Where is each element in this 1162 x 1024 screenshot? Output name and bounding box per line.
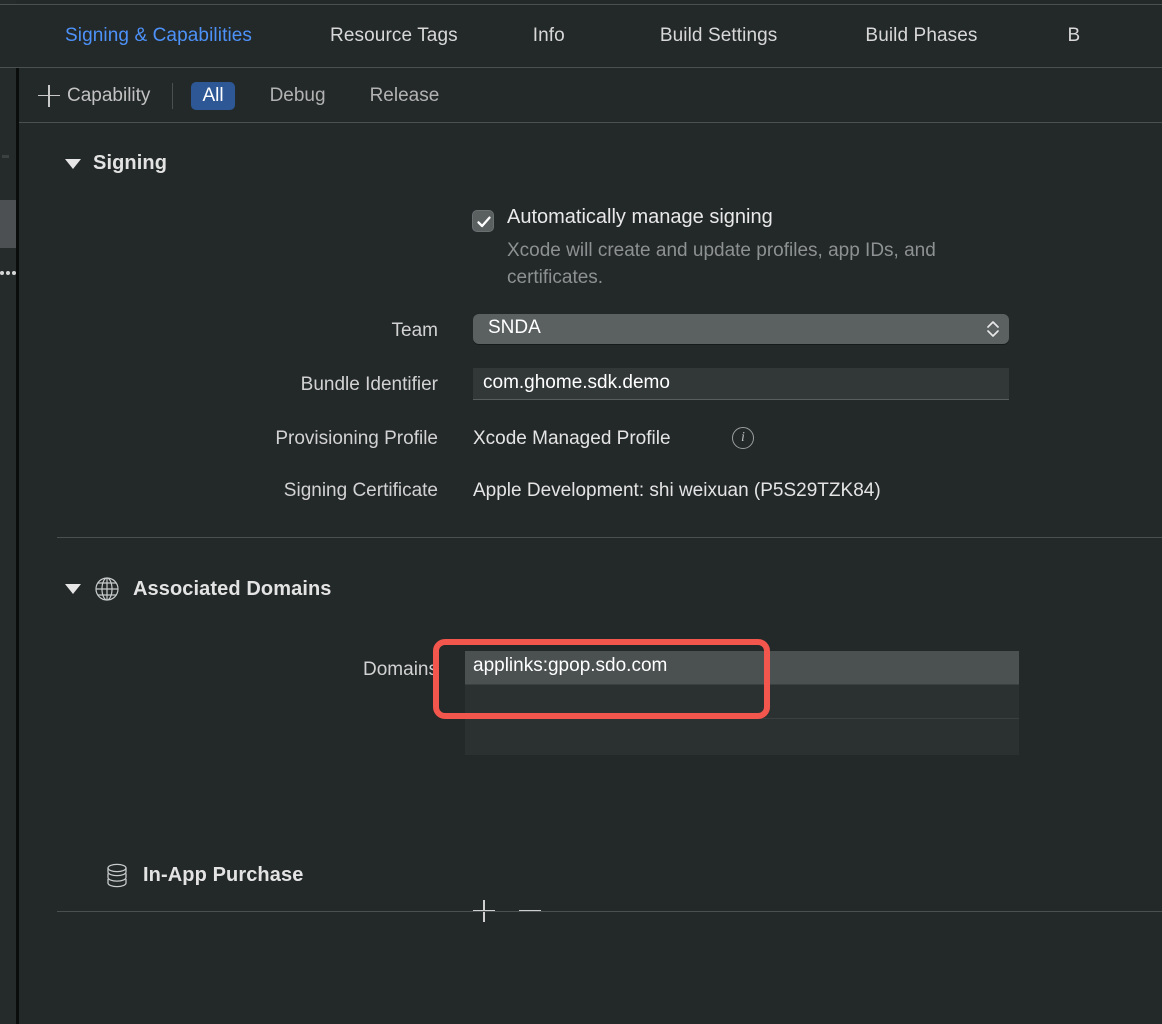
capability-toolbar: Capability All Debug Release [19, 69, 1162, 123]
table-row[interactable] [465, 719, 1019, 753]
section-divider-signing [57, 537, 1162, 538]
in-app-purchase-section-title: In-App Purchase [143, 863, 304, 886]
toolbar-separator [172, 82, 174, 109]
tab-build-rules[interactable]: B [1068, 25, 1081, 47]
navigator-row-marker [2, 155, 9, 158]
add-capability-label: Capability [67, 84, 151, 106]
plus-icon [38, 84, 60, 107]
info-circle-icon[interactable]: i [732, 427, 754, 449]
domains-table[interactable]: applinks:gpop.sdo.com [465, 651, 1019, 755]
signing-section-header[interactable]: Signing [65, 152, 167, 175]
chevron-up-down-icon [987, 321, 999, 337]
filter-debug[interactable]: Debug [259, 82, 337, 110]
globe-icon [95, 577, 119, 601]
coins-stack-icon [107, 863, 127, 888]
signing-certificate-value: Apple Development: shi weixuan (P5S29TZK… [473, 480, 881, 501]
signing-section-title: Signing [93, 152, 168, 174]
navigator-strip[interactable] [0, 0, 16, 1024]
team-value: SNDA [488, 317, 541, 338]
filter-release[interactable]: Release [359, 82, 451, 110]
tab-build-settings[interactable]: Build Settings [660, 25, 778, 47]
associated-domains-section-title: Associated Domains [133, 577, 332, 600]
section-divider-associated-domains [57, 911, 1162, 912]
bundle-identifier-value: com.ghome.sdk.demo [483, 372, 670, 393]
tab-build-phases[interactable]: Build Phases [865, 25, 977, 47]
automatically-manage-signing-label: Automatically manage signing [507, 206, 773, 228]
triangle-down-icon[interactable] [65, 584, 81, 594]
table-row[interactable]: applinks:gpop.sdo.com [465, 651, 1019, 685]
filter-all[interactable]: All [191, 81, 235, 110]
signing-certificate-label: Signing Certificate [283, 480, 438, 501]
editor-pane: Signing & Capabilities Resource Tags Inf… [0, 0, 1162, 1024]
tab-resource-tags[interactable]: Resource Tags [330, 25, 458, 47]
navigator-ellipsis-icon [0, 268, 16, 278]
provisioning-profile-label: Provisioning Profile [275, 428, 438, 449]
bundle-identifier-input[interactable]: com.ghome.sdk.demo [473, 368, 1009, 400]
checkmark-icon [477, 216, 491, 228]
team-popup-button[interactable]: SNDA [473, 314, 1009, 344]
tab-info[interactable]: Info [533, 25, 565, 47]
navigator-selected-row[interactable] [0, 200, 16, 248]
in-app-purchase-section-header[interactable]: In-App Purchase [103, 861, 303, 889]
domain-value: applinks:gpop.sdo.com [473, 655, 668, 676]
domains-label: Domains [363, 659, 438, 680]
bundle-identifier-label: Bundle Identifier [300, 374, 438, 395]
capabilities-content: Signing Automatically manage signing Xco… [19, 124, 1162, 1024]
associated-domains-section-header[interactable]: Associated Domains [65, 575, 332, 603]
tab-signing-and-capabilities[interactable]: Signing & Capabilities [65, 25, 252, 47]
team-label: Team [391, 320, 438, 341]
triangle-down-icon[interactable] [65, 158, 81, 169]
table-row[interactable] [465, 685, 1019, 719]
add-capability-button[interactable]: Capability [38, 84, 151, 107]
automatically-manage-signing-description: Xcode will create and update profiles, a… [507, 240, 936, 288]
provisioning-profile-value: Xcode Managed Profile [473, 428, 671, 449]
editor-tab-bar[interactable]: Signing & Capabilities Resource Tags Inf… [0, 4, 1162, 68]
automatically-manage-signing-checkbox[interactable] [472, 210, 494, 232]
